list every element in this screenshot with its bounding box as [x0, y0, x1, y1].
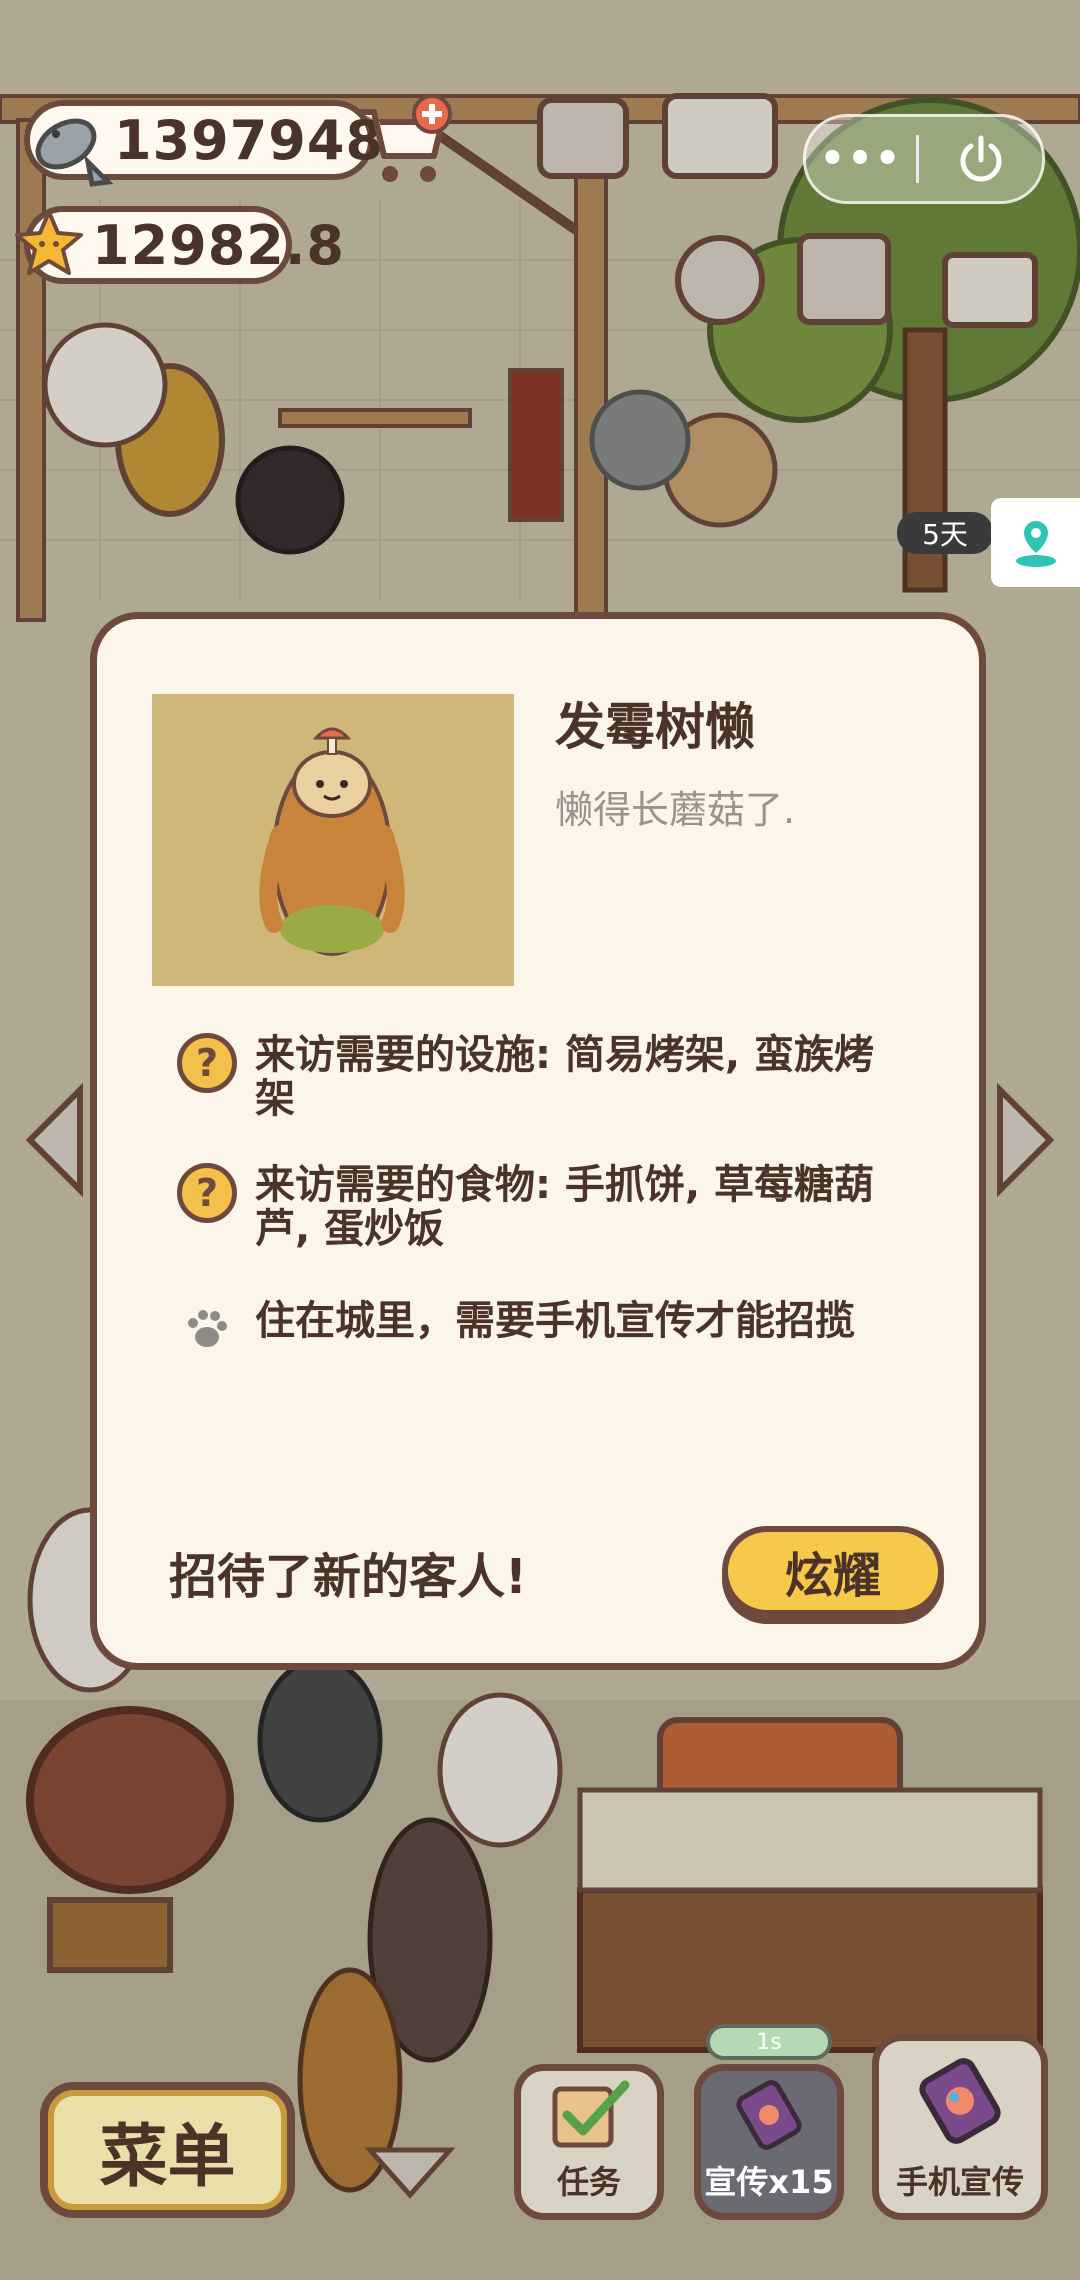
phone-promo-label: 手机宣传: [895, 2163, 1024, 2201]
requirement-text: 住在城里，需要手机宣传才能招揽: [255, 1298, 855, 1344]
shop-cart-icon[interactable]: [350, 92, 456, 192]
requirement-location: 住在城里，需要手机宣传才能招揽: [177, 1299, 937, 1359]
settings-gear-button[interactable]: [678, 238, 762, 322]
requirement-text: 来访需要的设施: 简易烤架, 蛮族烤架: [255, 1032, 875, 1122]
phone-promo-icon: [736, 2080, 802, 2150]
paw-icon: [188, 1310, 227, 1347]
customer-portrait: [152, 694, 514, 986]
promo-timer: 1s: [706, 2024, 832, 2060]
question-icon: ?: [177, 1163, 237, 1223]
requirement-foods: ? 来访需要的食物: 手抓饼, 草莓糖葫芦, 蛋炒饭: [177, 1163, 937, 1251]
star-count: 12982.8: [92, 213, 345, 277]
power-icon: [960, 135, 1001, 182]
new-customer-dialog: 发霉树懒 懒得长蘑菇了. ? 来访需要的设施: 简易烤架, 蛮族烤架 ? 来访需…: [90, 612, 986, 1670]
side-shortcut-button[interactable]: [991, 498, 1080, 587]
menu-button[interactable]: 菜单: [40, 2082, 295, 2218]
newspaper-button[interactable]: [540, 100, 626, 176]
more-options-button[interactable]: •••: [806, 136, 916, 182]
days-badge: 5天: [897, 512, 993, 554]
star-icon: [15, 210, 83, 275]
fish-count: 1397948: [114, 108, 385, 172]
customer-description: 懒得长蘑菇了.: [555, 788, 796, 832]
question-icon: ?: [177, 1033, 237, 1093]
mini-program-capsule: •••: [803, 114, 1045, 204]
requirement-facilities: ? 来访需要的设施: 简易烤架, 蛮族烤架: [177, 1033, 937, 1121]
promo-x15-button[interactable]: 宣传x15: [694, 2064, 844, 2220]
ranking-podium-button[interactable]: [945, 255, 1035, 325]
requirement-text: 来访需要的食物: 手抓饼, 草莓糖葫芦, 蛋炒饭: [255, 1162, 875, 1252]
new-customer-message: 招待了新的客人!: [169, 1549, 527, 1605]
phone-promo-button[interactable]: 手机宣传: [872, 2034, 1048, 2220]
expand-arrow-button[interactable]: [368, 2146, 454, 2200]
phone-promo-icon: [919, 2058, 1001, 2144]
checklist-icon: [552, 2080, 630, 2148]
pin-icon: [1015, 520, 1056, 567]
show-off-button[interactable]: 炫耀: [722, 1526, 944, 1616]
customer-name: 发霉树懒: [555, 698, 755, 756]
moldy-sloth-illustration: [259, 727, 405, 956]
promo-x15-label: 宣传x15: [704, 2163, 834, 2201]
close-program-button[interactable]: [919, 132, 1042, 186]
fish-icon: [35, 118, 114, 187]
tasks-button[interactable]: 任务: [514, 2064, 664, 2220]
shop-building-button[interactable]: [800, 236, 888, 322]
tasks-label: 任务: [556, 2163, 621, 2201]
paw-book-button[interactable]: [665, 96, 775, 176]
